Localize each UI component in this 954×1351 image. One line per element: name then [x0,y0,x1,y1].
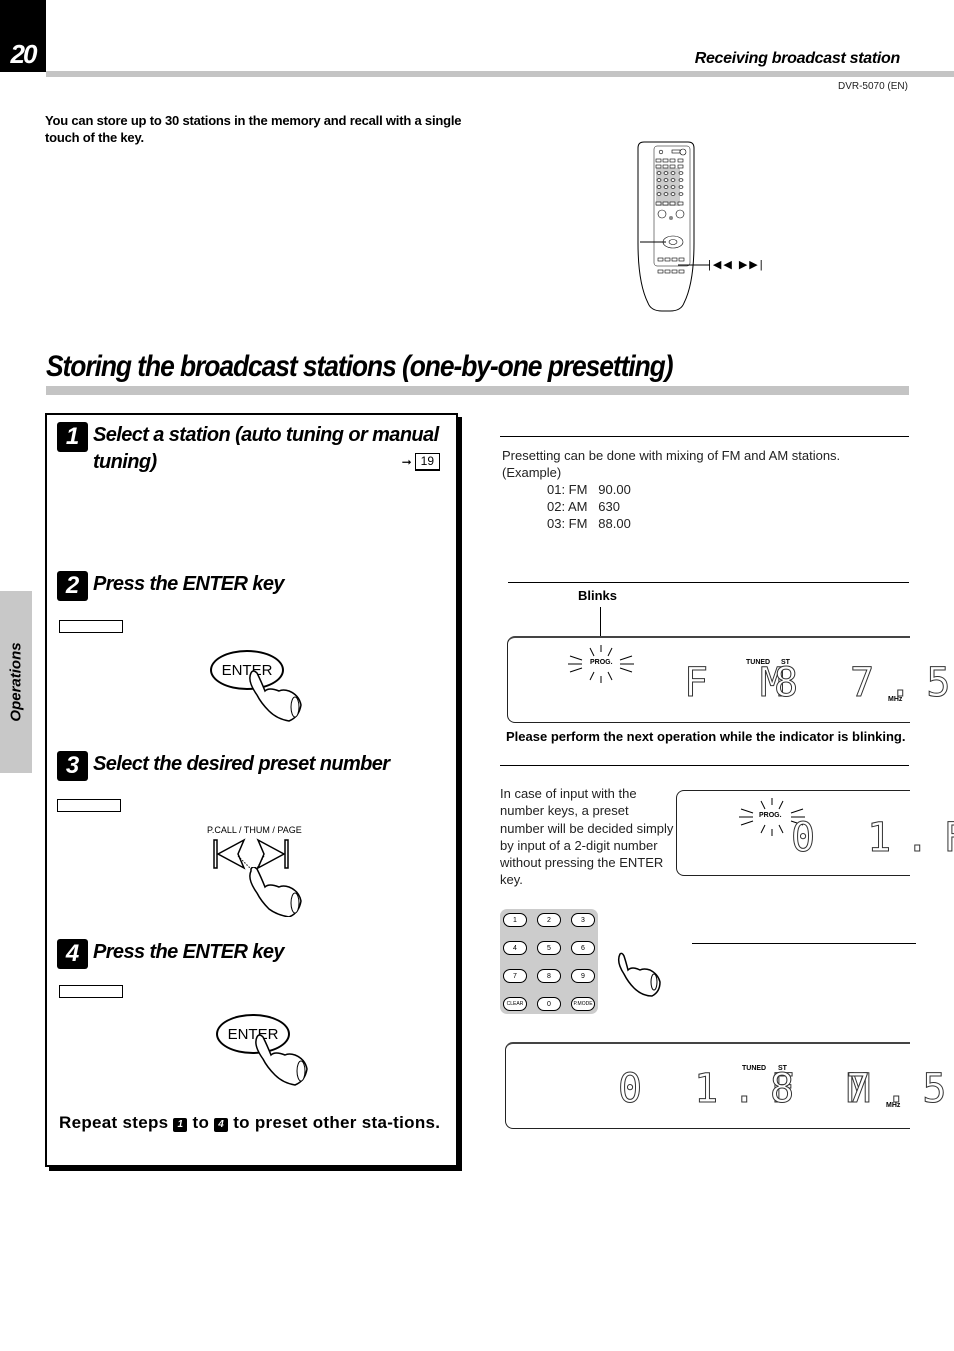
preset-readout: 0 1.F M [791,815,954,862]
key-9[interactable]: 9 [571,969,595,983]
repeat-mid: to [192,1113,210,1132]
title-rule [46,386,909,395]
blank-label-box [59,620,123,633]
example-label: (Example) [502,465,562,480]
key-clear[interactable]: CLEAR [503,997,527,1011]
perform-note: Please perform the next operation while … [506,729,906,744]
key-2[interactable]: 2 [537,913,561,927]
step-3-title: Select the desired preset number [93,753,390,775]
key-6[interactable]: 6 [571,941,595,955]
intro-text: You can store up to 30 stations in the m… [45,113,462,145]
blank-label-box [57,799,121,812]
key-7[interactable]: 7 [503,969,527,983]
page-reference[interactable]: ➞ 19 [402,453,440,471]
display-rule-top [508,582,909,583]
example-1: 01: FM 90.00 [547,482,631,497]
keypad-rule [692,943,916,944]
step-3-heading: 3 Select the desired preset number [57,751,390,781]
steps-box: 1 Select a station (auto tuning or manua… [45,413,458,1167]
frequency-readout: 8 7.5 0 [774,660,954,707]
key-3[interactable]: 3 [571,913,595,927]
lcd-display-1: PROG. TUNED ST F M 8 7.5 0 MHz [507,636,954,723]
example-2: 02: AM 630 [547,499,620,514]
page-number: 20 [0,0,46,72]
key-4[interactable]: 4 [503,941,527,955]
repeat-prefix: Repeat steps [59,1113,169,1132]
lcd-display-3: TUNED ST 0 1.F M 8 7.5 0 MHz [505,1042,954,1129]
repeat-suffix: to preset other sta-tions. [233,1113,441,1132]
model-number: DVR-5070 (EN) [837,81,908,92]
step-2-heading: 2 Press the ENTER key [57,571,285,601]
section-title: Receiving broadcast station [694,50,901,67]
note-rule-top [500,436,909,437]
mixing-note: Presetting can be done with mixing of FM… [502,447,912,532]
step-1-heading: 1 Select a station (auto tuning or manua… [57,422,447,476]
step-number-3: 3 [57,751,88,781]
key-pmode[interactable]: P.MODE [571,997,595,1011]
step-2-title: Press the ENTER key [93,573,285,595]
step-4-title: Press the ENTER key [93,941,285,963]
step-ref-4: 4 [214,1118,229,1132]
step-ref-1: 1 [173,1118,188,1132]
key-0[interactable]: 0 [537,997,561,1011]
arrow-right-icon: ➞ [401,455,412,469]
blink-rays-icon [568,645,634,683]
step-number-2: 2 [57,571,88,601]
pointing-hand-icon [249,867,302,917]
frequency-readout: 8 7.5 0 [770,1066,954,1113]
example-3: 03: FM 88.00 [547,516,631,531]
operations-tab: Operations [0,591,32,773]
key-5[interactable]: 5 [537,941,561,955]
book-page-icon: 19 [414,453,440,471]
prog-indicator: PROG. [759,812,782,819]
page-title: Storing the broadcast stations (one-by-o… [46,350,674,383]
header-rule [46,71,954,77]
blinks-label: Blinks [578,588,618,603]
pointing-hand-icon [617,952,661,997]
perform-rule-bottom [500,765,909,766]
key-8[interactable]: 8 [537,969,561,983]
step-1-title: Select a station (auto tuning or manual … [93,424,439,473]
mhz-unit: MHz [888,696,903,703]
step-number-1: 1 [57,422,88,452]
number-keypad: 1 2 3 4 5 6 7 8 9 CLEAR 0 P.MODE [500,909,598,1014]
number-input-note: In case of input with the number keys, a… [500,786,674,888]
pcall-key-caption: P.CALL / THUM / PAGE [207,825,302,835]
step-4-heading: 4 Press the ENTER key [57,939,285,969]
mixing-note-text: Presetting can be done with mixing of FM… [502,448,841,463]
skip-keys-label: |◀◀ ▶▶| [708,259,765,271]
lcd-display-2: PROG. 0 1.F M [676,790,954,876]
remote-control-illustration [637,141,710,312]
pointing-hand-icon [249,670,302,722]
blank-label-box [59,985,123,998]
repeat-instruction: Repeat steps 1 to 4 to preset other sta-… [59,1111,447,1134]
key-1[interactable]: 1 [503,913,527,927]
operations-tab-label: Operations [7,642,25,722]
step-number-4: 4 [57,939,88,969]
pointing-hand-icon [255,1034,308,1086]
mhz-unit: MHz [886,1102,901,1109]
